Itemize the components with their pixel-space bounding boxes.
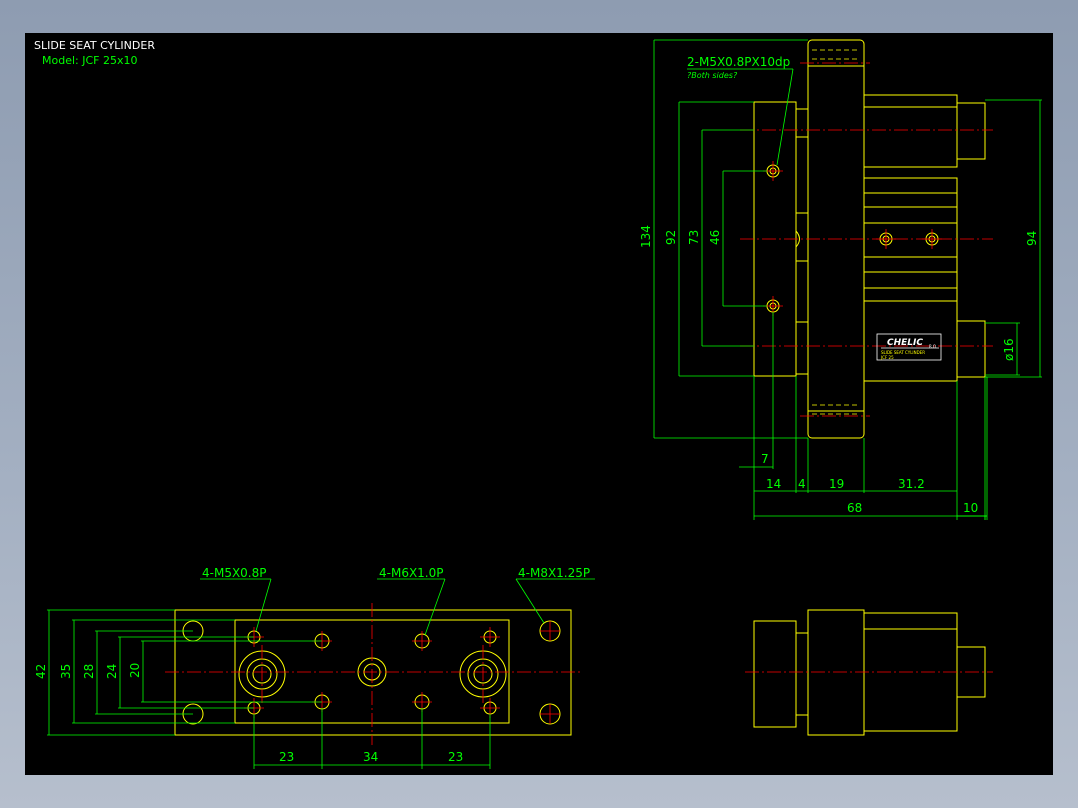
dim-94: 94 bbox=[1025, 231, 1039, 246]
dim-16: ø16 bbox=[1002, 338, 1016, 361]
model-label: Model: JCF 25x10 bbox=[42, 54, 137, 67]
drawing-canvas: SLIDE SEAT CYLINDER Model: JCF 25x10 CHE… bbox=[25, 33, 1053, 775]
dim-10: 10 bbox=[963, 501, 978, 515]
dim-19: 19 bbox=[829, 477, 844, 491]
callout-m6: 4-M6X1.0P bbox=[379, 566, 444, 580]
callout-m5-depth: 2-M5X0.8PX10dp bbox=[687, 55, 790, 69]
callout-both-sides: ?Both sides? bbox=[687, 71, 738, 80]
brand-logo: CHELIC bbox=[887, 338, 923, 348]
nameplate-line-2: JCF 25 bbox=[880, 355, 894, 360]
dim-134: 134 bbox=[639, 225, 653, 248]
side-connector-top bbox=[795, 108, 809, 138]
cad-drawing: SLIDE SEAT CYLINDER Model: JCF 25x10 CHE… bbox=[34, 39, 1042, 769]
end-view bbox=[745, 609, 993, 736]
dim-24: 24 bbox=[105, 664, 119, 679]
dim-46: 46 bbox=[708, 230, 722, 245]
dim-14: 14 bbox=[766, 477, 781, 491]
dim-31-2: 31.2 bbox=[898, 477, 925, 491]
end-slide-body bbox=[807, 609, 865, 736]
bottom-view: 42 35 28 24 20 23 34 23 4-M5X0.8P 4-M6X1… bbox=[34, 566, 595, 769]
end-mount-plate bbox=[753, 620, 797, 728]
dim-20: 20 bbox=[128, 663, 142, 678]
callout-m8: 4-M8X1.25P bbox=[518, 566, 590, 580]
dim-68: 68 bbox=[847, 501, 862, 515]
dim-42: 42 bbox=[34, 664, 48, 679]
dim-28: 28 bbox=[82, 664, 96, 679]
callout-m5: 4-M5X0.8P bbox=[202, 566, 267, 580]
dim-23-left: 23 bbox=[279, 750, 294, 764]
side-rod-upper bbox=[956, 102, 986, 160]
dim-34: 34 bbox=[363, 750, 378, 764]
side-connector-bottom bbox=[795, 321, 809, 375]
drawing-title: SLIDE SEAT CYLINDER bbox=[34, 39, 155, 52]
dim-23-right: 23 bbox=[448, 750, 463, 764]
side-cylinder-upper bbox=[863, 94, 958, 168]
dim-4: 4 bbox=[798, 477, 806, 491]
side-view: CHELIC R.O. SLIDE SEAT CYLINDER JCF 25 1… bbox=[639, 39, 1042, 520]
dim-7: 7 bbox=[761, 452, 769, 466]
side-rod-lower bbox=[956, 320, 986, 378]
side-connector-mid bbox=[795, 212, 809, 262]
dim-73: 73 bbox=[687, 230, 701, 245]
dim-92: 92 bbox=[664, 230, 678, 245]
dim-35: 35 bbox=[59, 664, 73, 679]
bottom-base-plate bbox=[174, 609, 572, 736]
